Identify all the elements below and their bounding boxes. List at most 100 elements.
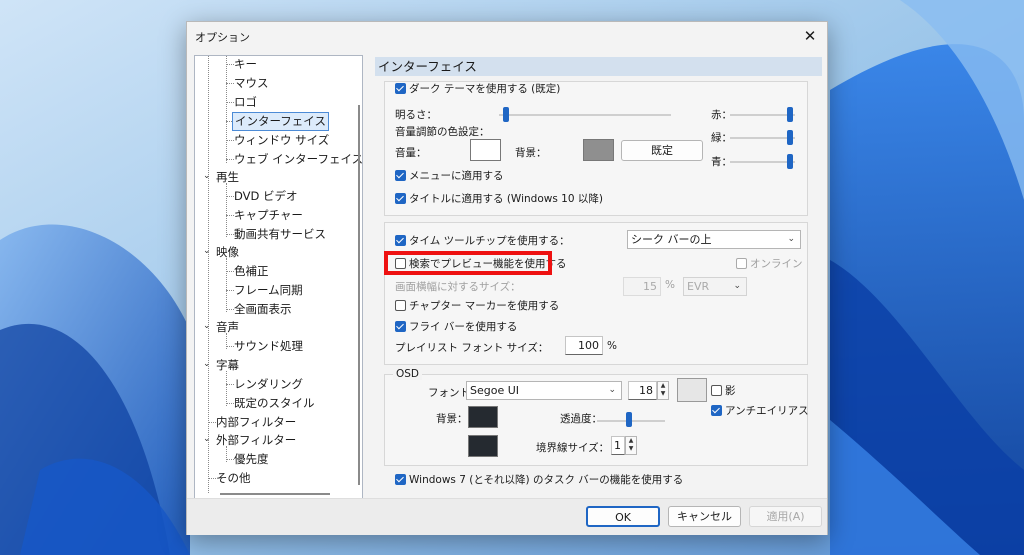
osd-text-color-swatch[interactable] <box>677 378 707 402</box>
chevron-down-icon: ⌄ <box>733 281 741 291</box>
preview-size-input[interactable]: 15 <box>623 277 661 296</box>
tree-item-color-correction[interactable]: 色補正 <box>234 263 269 280</box>
online-checkbox[interactable] <box>736 258 747 269</box>
blue-slider-thumb[interactable] <box>787 154 793 169</box>
tree-item-window-size[interactable]: ウィンドウ サイズ <box>234 132 329 149</box>
tree-item-key[interactable]: キー <box>234 56 257 73</box>
border-size-spinner[interactable]: ▲ ▼ <box>625 436 637 455</box>
taskbar-label: Windows 7 (とそれ以降) のタスク バーの機能を使用する <box>409 474 684 486</box>
flybar-label: フライ バーを使用する <box>409 321 518 333</box>
chapter-marker-label: チャプター マーカーを使用する <box>409 300 560 312</box>
tree-item-external-filters[interactable]: 外部フィルター <box>216 432 296 449</box>
osd-background-swatch[interactable] <box>468 406 498 428</box>
osd-background-label: 背景： <box>436 413 468 425</box>
chevron-down-icon: ⌄ <box>608 385 616 395</box>
shadow-checkbox[interactable] <box>711 385 722 396</box>
osd-font-value: Segoe UI <box>470 384 520 397</box>
red-slider[interactable] <box>730 114 795 116</box>
preview-renderer-value: EVR <box>687 280 710 293</box>
tree-item-interface[interactable]: インターフェイス <box>232 112 329 131</box>
antialias-label: アンチエイリアス <box>725 405 809 417</box>
tree-item-capture[interactable]: キャプチャー <box>234 207 303 224</box>
tree-item-internal-filters[interactable]: 内部フィルター <box>216 414 296 431</box>
tree-item-fullscreen[interactable]: 全画面表示 <box>234 301 292 318</box>
cancel-button[interactable]: キャンセル <box>668 506 741 527</box>
preview-renderer-select[interactable]: EVR ⌄ <box>683 277 747 296</box>
preview-size-label: 画面横幅に対するサイズ： <box>395 281 521 293</box>
volume-color-swatch[interactable] <box>470 139 501 161</box>
default-button[interactable]: 既定 <box>621 140 703 161</box>
tree-item-logo[interactable]: ロゴ <box>234 94 257 111</box>
tree-item-web-interface[interactable]: ウェブ インターフェイス <box>234 151 362 168</box>
chevron-down-icon: ⌄ <box>787 234 795 244</box>
tree-item-frame-sync[interactable]: フレーム同期 <box>234 282 303 299</box>
chevron-down-icon[interactable]: ⌄ <box>203 434 211 444</box>
green-slider[interactable] <box>730 137 795 139</box>
tree-item-sound-processing[interactable]: サウンド処理 <box>234 338 303 355</box>
chevron-down-icon[interactable]: ⌄ <box>203 171 211 181</box>
playlist-font-input[interactable]: 100 <box>565 336 603 355</box>
osd-font-size-spinner[interactable]: ▲ ▼ <box>657 381 669 400</box>
tree-item-video-sharing[interactable]: 動画共有サービス <box>234 226 326 243</box>
tree-item-playback[interactable]: 再生 <box>216 169 239 186</box>
apply-title-checkbox[interactable] <box>395 193 406 204</box>
tree-item-default-style[interactable]: 既定のスタイル <box>234 395 315 412</box>
apply-title-label: タイトルに適用する (Windows 10 以降) <box>409 193 603 205</box>
brightness-slider-thumb[interactable] <box>503 107 509 122</box>
chevron-down-icon[interactable]: ⌄ <box>203 321 211 331</box>
chapter-marker-checkbox[interactable] <box>395 300 406 311</box>
osd-font-select[interactable]: Segoe UI ⌄ <box>466 381 622 400</box>
osd-border-color-swatch[interactable] <box>468 435 498 457</box>
border-size-input[interactable]: 1 <box>611 436 625 455</box>
tree-vertical-scrollbar[interactable] <box>355 56 362 499</box>
blue-label: 青： <box>711 156 732 168</box>
tree-item-mouse[interactable]: マウス <box>234 75 269 92</box>
close-icon[interactable]: ✕ <box>799 25 821 47</box>
osd-group-title: OSD <box>393 368 423 380</box>
preview-size-percent: % <box>665 279 675 291</box>
brightness-slider[interactable] <box>499 114 671 116</box>
red-label: 赤： <box>711 109 732 121</box>
apply-menu-checkbox[interactable] <box>395 170 406 181</box>
chevron-down-icon[interactable]: ⌄ <box>203 246 211 256</box>
tree-item-video[interactable]: 映像 <box>216 244 239 261</box>
apply-menu-label: メニューに適用する <box>409 170 504 182</box>
green-label: 緑： <box>711 132 732 144</box>
tree-item-priority[interactable]: 優先度 <box>234 451 269 468</box>
dark-theme-checkbox[interactable] <box>395 83 406 94</box>
red-slider-thumb[interactable] <box>787 107 793 122</box>
title-bar[interactable]: オプション ✕ <box>187 22 827 50</box>
time-tooltip-checkbox[interactable] <box>395 235 406 246</box>
ok-button[interactable]: OK <box>586 506 660 527</box>
tree-item-audio[interactable]: 音声 <box>216 319 239 336</box>
taskbar-checkbox[interactable] <box>395 474 406 485</box>
chevron-down-icon[interactable]: ⌄ <box>203 359 211 369</box>
background-color-swatch[interactable] <box>583 139 614 161</box>
tree-item-dvd[interactable]: DVD ビデオ <box>234 188 298 205</box>
playlist-font-label: プレイリスト フォント サイズ： <box>395 342 549 354</box>
category-tree[interactable]: キー マウス ロゴ インターフェイス ウィンドウ サイズ ウェブ インターフェイ… <box>194 55 363 500</box>
tooltip-position-value: シーク バーの上 <box>631 233 712 246</box>
apply-button[interactable]: 適用(A) <box>749 506 822 527</box>
highlight-annotation <box>384 251 552 275</box>
tree-item-other[interactable]: その他 <box>216 470 251 487</box>
options-dialog: オプション ✕ キー マウス ロゴ インターフェイス ウィンドウ サイズ ウェブ… <box>186 21 828 535</box>
tree-item-rendering[interactable]: レンダリング <box>234 376 303 393</box>
playlist-font-percent: % <box>607 340 617 352</box>
time-tooltip-label: タイム ツールチップを使用する： <box>409 235 570 247</box>
osd-font-size-input[interactable]: 18 <box>628 381 657 400</box>
border-size-label: 境界線サイズ： <box>536 442 610 454</box>
brightness-label: 明るさ： <box>395 109 437 121</box>
volume-color-label: 音量調節の色設定： <box>395 126 490 138</box>
blue-slider[interactable] <box>730 161 795 163</box>
background-color-label: 背景： <box>515 147 547 159</box>
antialias-checkbox[interactable] <box>711 405 722 416</box>
tooltip-position-select[interactable]: シーク バーの上 ⌄ <box>627 230 801 249</box>
green-slider-thumb[interactable] <box>787 130 793 145</box>
transparency-label: 透過度： <box>560 413 602 425</box>
transparency-slider-thumb[interactable] <box>626 412 632 427</box>
tree-item-subtitles[interactable]: 字幕 <box>216 357 239 374</box>
online-label: オンライン <box>750 258 803 270</box>
shadow-label: 影 <box>725 385 736 397</box>
flybar-checkbox[interactable] <box>395 321 406 332</box>
